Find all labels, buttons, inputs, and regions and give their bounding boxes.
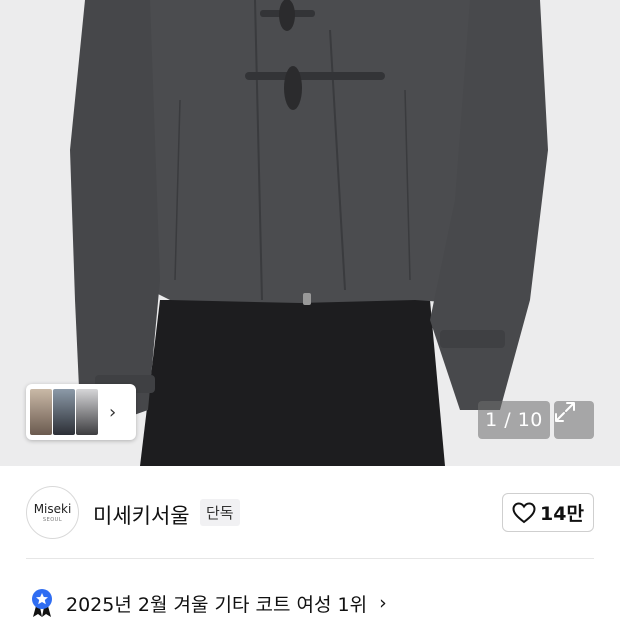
heart-icon bbox=[512, 501, 536, 523]
ranking-text: 2025년 2월 겨울 기타 코트 여성 1위 bbox=[66, 593, 368, 616]
brand-name[interactable]: 미세키서울 bbox=[93, 500, 190, 530]
thumbnail-3[interactable] bbox=[76, 389, 98, 435]
exclusive-badge: 단독 bbox=[200, 499, 240, 526]
brand-logo-subtext: SEOUL bbox=[42, 517, 63, 523]
brand-logo-text: Miseki bbox=[33, 502, 72, 516]
thumbnail-2[interactable] bbox=[53, 389, 75, 435]
like-count: 14만 bbox=[540, 503, 584, 525]
expand-icon bbox=[555, 402, 575, 422]
like-button[interactable]: 14만 bbox=[502, 493, 594, 532]
thumbnail-strip[interactable]: › bbox=[26, 384, 136, 440]
chevron-right-icon[interactable]: › bbox=[109, 402, 116, 423]
ranking-badge-icon bbox=[32, 589, 52, 617]
brand-row: Miseki SEOUL 미세키서울 단독 14만 bbox=[0, 466, 620, 560]
chevron-right-icon: › bbox=[379, 592, 387, 614]
divider bbox=[26, 558, 594, 559]
ranking-link[interactable]: 2025년 2월 겨울 기타 코트 여성 1위 › bbox=[28, 586, 387, 620]
image-counter: 1 / 10 bbox=[478, 401, 550, 439]
expand-button[interactable] bbox=[554, 401, 594, 439]
product-image[interactable]: › 1 / 10 bbox=[0, 0, 620, 466]
thumbnail-1[interactable] bbox=[30, 389, 52, 435]
brand-logo[interactable]: Miseki SEOUL bbox=[26, 486, 79, 539]
